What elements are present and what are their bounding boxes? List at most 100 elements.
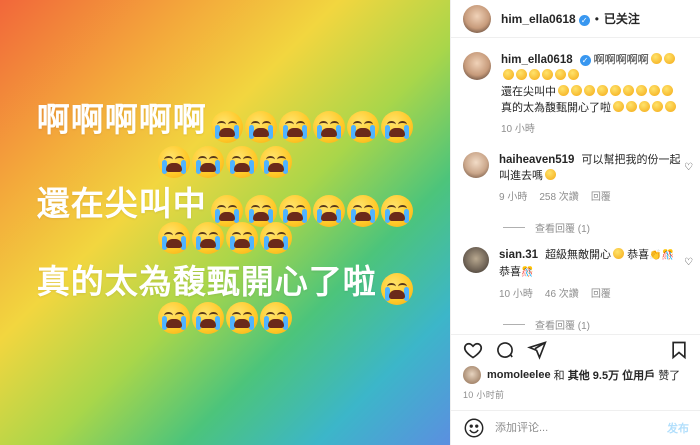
likes-others-count[interactable]: 其他 9.5万 位用戶 [568,367,655,383]
caption-meta: 10 小時 [501,122,686,138]
crying-emoji-icon [503,69,514,80]
commenter-avatar[interactable] [463,247,489,273]
caption-text-1: 啊啊啊啊啊 [593,54,649,66]
comment-text-tail: 恭喜 [627,249,650,261]
comment-username[interactable]: haiheaven519 [499,154,574,166]
post-time-ago[interactable]: 10 小时前 [463,388,504,401]
comment-meta: 9 小時 258 次讚 回覆 [499,190,684,206]
image-text-block-2: 還在尖叫中 [0,184,450,227]
crying-emoji-icon [529,69,540,80]
comment-input[interactable] [495,422,645,434]
header-username[interactable]: him_ella0618 [501,12,576,26]
crying-emoji-icon [279,110,312,143]
likes-summary: momoleelee 和 其他 9.5万 位用戶 赞了 [463,366,680,384]
comment-likes[interactable]: 46 次讚 [545,287,579,303]
post-header: him_ella0618 ✓ • 已关注 [451,0,700,38]
crying-emoji-icon [211,110,244,143]
caption-text-3: 真的太為馥甄開心了啦 [501,102,611,114]
crying-emoji-icon [158,222,190,254]
party-popper-icon: 🎊 [521,267,534,278]
crying-emoji-icon [639,101,650,112]
crying-emoji-icon [626,101,637,112]
crying-emoji-icon [260,302,292,334]
post-details-panel: him_ella0618 ✓ • 已关注 him_ella0618 ✓ 啊啊啊啊啊 … [450,0,700,445]
comment-username[interactable]: sian.31 [499,249,538,261]
image-text-block-3: 真的太為馥甄開心了啦 [0,262,450,305]
laughing-emoji-icon [613,248,625,259]
party-popper-icon: 🎊 [661,250,675,261]
crying-emoji-icon [584,85,595,96]
caption-comment: him_ella0618 ✓ 啊啊啊啊啊 還在尖叫中 真的太為馥甄開心了啦 10 … [451,52,700,138]
comment-item: sian.31 超級無敵開心 恭喜👏🎊 恭喜🎊 10 小時 46 次讚 回覆 ♡ [451,247,700,303]
crying-emoji-icon [245,110,278,143]
crying-emoji-icon [158,146,190,178]
caption-author-avatar[interactable] [463,52,491,80]
likes-suffix: 赞了 [658,370,681,382]
crying-emoji-icon [192,222,224,254]
caption-time[interactable]: 10 小時 [501,122,535,138]
crying-emoji-icon [610,85,621,96]
caption-body: him_ella0618 ✓ 啊啊啊啊啊 還在尖叫中 真的太為馥甄開心了啦 10 … [501,52,686,138]
comment-body: sian.31 超級無敵開心 恭喜👏🎊 恭喜🎊 10 小時 46 次讚 回覆 [499,247,684,303]
crying-emoji-icon [597,85,608,96]
crying-emoji-icon [623,85,634,96]
comment-likes[interactable]: 258 次讚 [539,190,578,206]
crying-emoji-icon [652,101,663,112]
post-action-bar [451,334,700,364]
crying-emoji-icon [558,85,569,96]
comments-list[interactable]: him_ella0618 ✓ 啊啊啊啊啊 還在尖叫中 真的太為馥甄開心了啦 10 … [451,52,700,334]
crying-emoji-icon [260,146,292,178]
crying-emoji-icon [555,69,566,80]
post-image[interactable]: 啊啊啊啊啊 還在尖叫中 真的太為馥甄開心了啦 [0,0,450,445]
comment-text-line2: 恭喜 [499,266,521,278]
crying-emoji-icon [662,85,673,96]
share-send-icon[interactable] [525,338,549,362]
caption-username[interactable]: him_ella0618 [501,54,573,66]
post-comment-button[interactable]: 发布 [667,420,689,436]
crying-emoji-icon [571,85,582,96]
comment-reply-button[interactable]: 回覆 [591,190,611,206]
crying-emoji-icon [226,222,258,254]
header-username-wrap: him_ella0618 ✓ [501,10,590,28]
clapping-hands-icon: 👏 [649,250,662,261]
crying-emoji-icon [613,101,624,112]
caption-text-2: 還在尖叫中 [501,86,556,98]
emoji-row-6 [0,302,450,334]
comment-text: 超級無敵開心 [545,249,612,261]
commenter-avatar[interactable] [463,152,489,178]
view-replies-label: 查看回覆 (1) [535,321,590,332]
crying-emoji-icon [649,85,660,96]
comment-time[interactable]: 9 小時 [499,190,527,206]
likes-connector: 和 [553,370,565,382]
emoji-row [211,110,414,143]
verified-badge-icon: ✓ [578,14,590,26]
follow-status-button[interactable]: 已关注 [604,10,640,27]
bookmark-icon[interactable] [667,338,691,362]
crying-emoji-icon [542,69,553,80]
comment-like-heart-icon[interactable]: ♡ [684,257,693,268]
crying-emoji-icon [568,69,579,80]
comment-time[interactable]: 10 小時 [499,287,533,303]
replies-divider-line [503,324,525,325]
emoji-smile-icon[interactable] [463,417,485,439]
like-heart-icon[interactable] [461,338,485,362]
liker-avatar[interactable] [463,366,481,384]
add-comment-bar: 发布 [451,410,700,445]
view-replies-button[interactable]: 查看回覆 (1) [503,220,700,235]
emoji-row-2 [0,146,450,178]
crying-emoji-icon [650,53,662,64]
crying-emoji-icon [665,101,676,112]
comment-like-heart-icon[interactable]: ♡ [684,162,693,173]
crying-emoji-icon [347,110,380,143]
comment-bubble-icon[interactable] [493,338,517,362]
crying-emoji-icon [192,302,224,334]
image-text-block-1: 啊啊啊啊啊 [0,100,450,143]
liker-username[interactable]: momoleelee [487,369,551,381]
verified-badge-icon: ✓ [579,55,591,66]
comment-reply-button[interactable]: 回覆 [591,287,611,303]
crying-emoji-icon [636,85,647,96]
header-separator: • [594,11,599,26]
view-replies-button[interactable]: 查看回覆 (1) [503,317,700,332]
comment-meta: 10 小時 46 次讚 回覆 [499,287,684,303]
author-avatar[interactable] [463,4,491,33]
